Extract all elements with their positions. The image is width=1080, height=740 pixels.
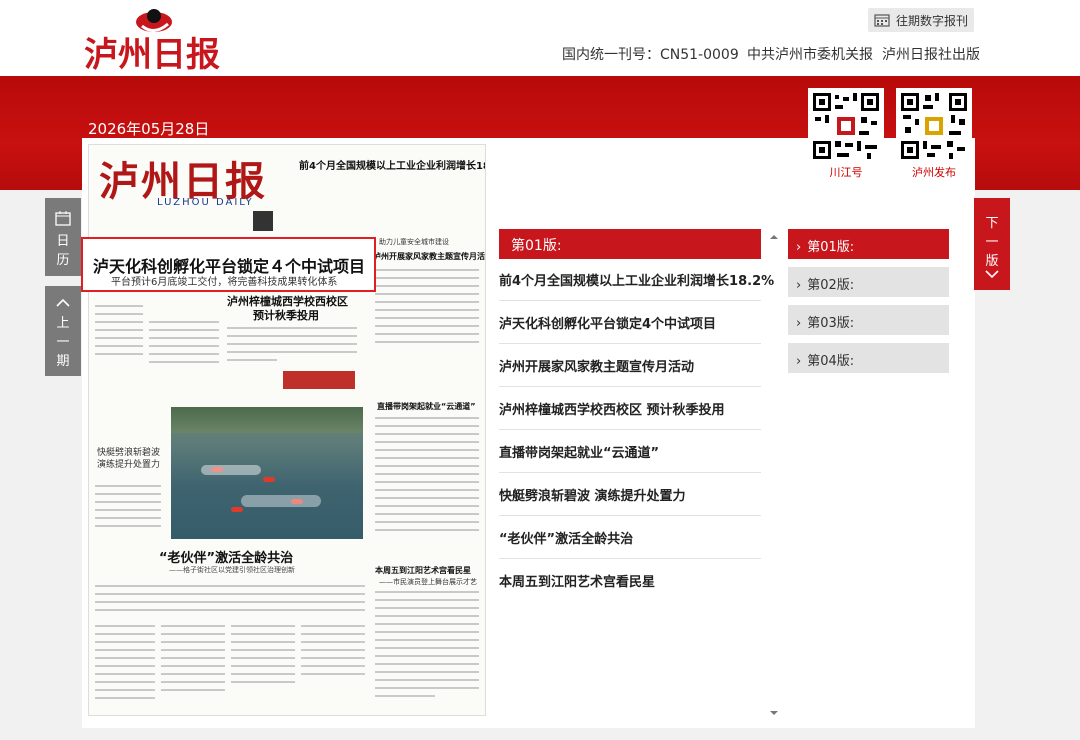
- issn-text: 国内统一刊号：CN51-0009: [562, 47, 739, 63]
- paper-red-banner: [283, 371, 355, 389]
- chevron-right-icon: ›: [796, 354, 802, 369]
- article-list-header: 第01版:: [499, 229, 761, 259]
- prev-label: 一: [56, 335, 70, 350]
- calendar-label: 历: [56, 253, 70, 268]
- qr-code-chuanjiang[interactable]: 川江号: [808, 88, 884, 180]
- issue-date: 2026年05月28日: [88, 120, 210, 138]
- paper-boat-title-b: 演练提升处置力: [97, 460, 161, 470]
- article-link[interactable]: 泸天化科创孵化平台锁定4个中试项目: [499, 301, 761, 344]
- paper-partner-title: “老伙伴”激活全龄共治: [159, 551, 294, 566]
- svg-text:泸州日报: 泸州日报: [84, 35, 220, 74]
- qr-code-luzhou-fabu[interactable]: 泸州发布: [896, 88, 972, 180]
- archive-label: 往期数字报刊: [895, 13, 968, 28]
- previous-issue-tab[interactable]: 上 一 期: [45, 286, 81, 376]
- calendar-tab[interactable]: 日 历: [45, 198, 81, 276]
- version-label: 第02版:: [807, 278, 855, 293]
- calendar-icon: [55, 211, 71, 226]
- paper-partner-sub: ——格子街社区以党建引领社区治理创新: [169, 566, 295, 574]
- chevron-right-icon: ›: [796, 278, 802, 293]
- qr-label: 泸州发布: [912, 166, 956, 179]
- calendar-label: 日: [56, 234, 70, 249]
- chevron-down-icon: [985, 270, 999, 279]
- next-label: 版: [985, 254, 999, 269]
- article-link[interactable]: “老伙伴”激活全龄共治: [499, 516, 761, 559]
- article-link[interactable]: 泸州开展家风家教主题宣传月活动: [499, 344, 761, 387]
- version-label: 第04版:: [807, 354, 855, 369]
- paper-sidebar-sub: 泸州开展家风家教主题宣传月活动: [373, 252, 486, 261]
- archive-button[interactable]: 往期数字报刊: [868, 8, 974, 32]
- newspaper-page[interactable]: 泸州日报 LUZHOU DAILY 前4个月全国规模以上工业企业利润增长18.2…: [88, 144, 486, 716]
- boat-photo: [171, 407, 363, 539]
- qr-code-icon: [811, 91, 881, 161]
- paper-headline-top: 前4个月全国规模以上工业企业利润增长18.2%: [299, 161, 485, 172]
- calendar-icon: [874, 14, 890, 27]
- publisher-text: 泸州日报社出版: [882, 47, 980, 63]
- highlight-subtitle: 平台预计6月底竣工交付，将完善科技成果转化体系: [111, 277, 338, 288]
- version-label: 第03版:: [807, 316, 855, 331]
- chevron-up-icon: [56, 298, 70, 307]
- article-link[interactable]: 快艇劈浪斩碧波 演练提升处置力: [499, 473, 761, 516]
- next-label: 下: [985, 216, 999, 231]
- chevron-right-icon: ›: [796, 316, 802, 331]
- article-link[interactable]: 本周五到江阳艺术宫看民星: [499, 559, 761, 602]
- luzhou-daily-logo[interactable]: 泸州日报: [84, 4, 234, 74]
- paper-jiangyang-title: 本周五到江阳艺术宫看民星: [375, 566, 471, 575]
- paper-masthead-en: LUZHOU DAILY: [157, 197, 254, 208]
- site-header: 泸州日报 往期数字报刊 国内统一刊号：CN51-0009 中共泸州市委机关报 泸…: [0, 0, 1080, 76]
- next-label: 一: [985, 235, 999, 250]
- next-page-tab[interactable]: 下 一 版: [974, 198, 1010, 290]
- article-link[interactable]: 直播带岗架起就业“云通道”: [499, 430, 761, 473]
- qr-label: 川江号: [829, 166, 863, 179]
- paper-article-2b: 预计秋季投用: [253, 309, 319, 322]
- article-link[interactable]: 前4个月全国规模以上工业企业利润增长18.2%: [499, 258, 774, 301]
- scroll-down-icon[interactable]: [768, 708, 780, 718]
- paper-sidebar-title: 助力儿童安全城市建设: [379, 238, 449, 246]
- article-link[interactable]: 泸州梓橦城西学校西校区 预计秋季投用: [499, 387, 761, 430]
- chevron-right-icon: ›: [796, 240, 802, 255]
- version-item-01[interactable]: › 第01版:: [788, 229, 949, 259]
- paper-jiangyang-sub: ——市民演员登上舞台展示才艺: [379, 578, 477, 586]
- prev-label: 上: [56, 316, 70, 331]
- highlighted-article-area[interactable]: 泸天化科创孵化平台锁定４个中试项目 平台预计6月底竣工交付，将完善科技成果转化体…: [81, 237, 376, 292]
- paper-mid-title: 直播带岗架起就业“云通道”: [377, 402, 476, 411]
- paper-qr: [253, 211, 273, 231]
- version-item-04[interactable]: › 第04版:: [788, 343, 949, 373]
- prev-label: 期: [56, 354, 70, 369]
- version-label: 第01版:: [807, 240, 855, 255]
- scroll-up-icon[interactable]: [768, 232, 780, 242]
- organ-text: 中共泸州市委机关报: [747, 47, 873, 63]
- article-list-scrollbar[interactable]: [768, 232, 780, 718]
- qr-code-icon: [899, 91, 969, 161]
- version-item-03[interactable]: › 第03版:: [788, 305, 949, 335]
- version-item-02[interactable]: › 第02版:: [788, 267, 949, 297]
